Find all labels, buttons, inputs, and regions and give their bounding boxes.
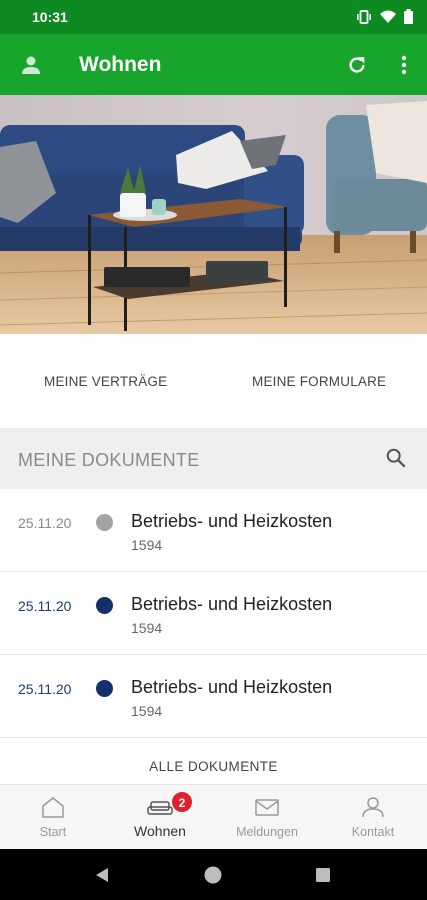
nav-item-kontakt[interactable]: Kontakt xyxy=(320,785,426,850)
document-row[interactable]: 25.11.20 Betriebs- und Heizkosten 1594 xyxy=(0,489,427,572)
battery-icon xyxy=(404,9,413,24)
documents-header: MEINE DOKUMENTE xyxy=(0,428,427,489)
all-documents-link[interactable]: ALLE DOKUMENTE xyxy=(0,740,427,784)
status-icons xyxy=(356,9,413,24)
document-row[interactable]: 25.11.20 Betriebs- und Heizkosten 1594 xyxy=(0,572,427,655)
status-time: 10:31 xyxy=(32,9,68,25)
nav-label-kontakt: Kontakt xyxy=(351,825,395,839)
nav-label-wohnen: Wohnen xyxy=(134,823,186,839)
nav-label-start: Start xyxy=(39,825,67,839)
back-icon[interactable] xyxy=(92,865,112,885)
more-vert-icon[interactable] xyxy=(391,52,417,78)
home-button-icon[interactable] xyxy=(203,865,223,885)
my-contracts-button[interactable]: MEINE VERTRÄGE xyxy=(44,374,167,389)
recents-icon[interactable] xyxy=(313,865,333,885)
document-title: Betriebs- und Heizkosten xyxy=(131,594,333,614)
refresh-icon[interactable] xyxy=(344,52,370,78)
account-icon[interactable] xyxy=(18,52,44,78)
nav-item-meldungen[interactable]: Meldungen xyxy=(214,785,320,850)
page-title: Wohnen xyxy=(79,53,162,76)
status-bar: 10:31 xyxy=(0,0,427,34)
mail-icon xyxy=(255,799,279,816)
document-subtitle: 1594 xyxy=(131,620,163,636)
document-subtitle: 1594 xyxy=(131,537,163,553)
unread-status-dot xyxy=(96,597,113,614)
nav-item-wohnen[interactable]: 2 Wohnen xyxy=(107,785,213,850)
vibrate-icon xyxy=(357,9,371,24)
document-date: 25.11.20 xyxy=(18,598,72,614)
documents-title: MEINE DOKUMENTE xyxy=(18,450,200,470)
notification-badge: 2 xyxy=(171,791,193,813)
all-documents-label: ALLE DOKUMENTE xyxy=(149,759,278,774)
document-title: Betriebs- und Heizkosten xyxy=(131,511,333,531)
document-row[interactable]: 25.11.20 Betriebs- und Heizkosten 1594 xyxy=(0,655,427,738)
app-bar: Wohnen xyxy=(0,34,427,95)
document-date: 25.11.20 xyxy=(18,515,72,531)
document-subtitle: 1594 xyxy=(131,703,163,719)
read-status-dot xyxy=(96,514,113,531)
bottom-navigation: Start 2 Wohnen Meldungen Kontakt xyxy=(0,784,427,849)
system-navigation-bar xyxy=(0,849,427,900)
my-forms-button[interactable]: MEINE FORMULARE xyxy=(252,374,386,389)
document-title: Betriebs- und Heizkosten xyxy=(131,677,333,697)
wifi-icon xyxy=(380,10,396,23)
document-date: 25.11.20 xyxy=(18,681,72,697)
sofa-icon xyxy=(147,801,173,815)
nav-item-start[interactable]: Start xyxy=(0,785,106,850)
person-icon xyxy=(362,797,384,818)
unread-status-dot xyxy=(96,680,113,697)
quick-links: MEINE VERTRÄGE MEINE FORMULARE xyxy=(0,334,427,428)
home-icon xyxy=(42,797,64,818)
hero-image xyxy=(0,95,427,334)
nav-label-meldungen: Meldungen xyxy=(236,825,298,839)
search-icon[interactable] xyxy=(385,447,407,469)
